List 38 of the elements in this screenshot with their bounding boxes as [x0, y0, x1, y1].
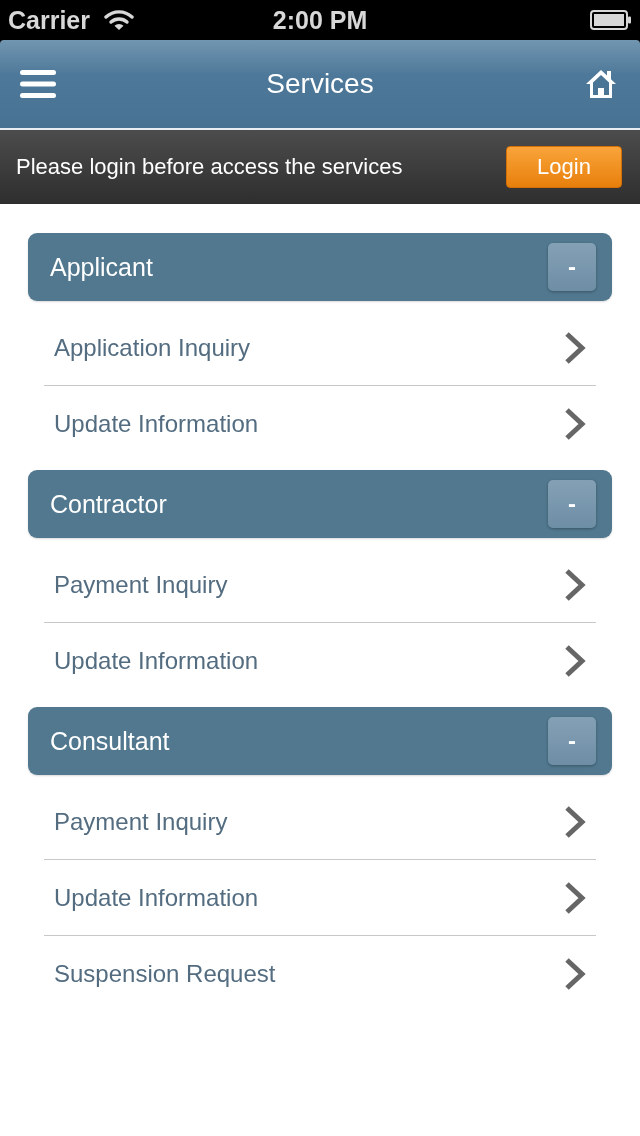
chevron-right-icon [564, 804, 586, 839]
section-header[interactable]: Contractor - [28, 470, 612, 538]
service-item[interactable]: Update Information [44, 860, 596, 936]
section-title: Consultant [50, 726, 170, 756]
chevron-right-icon [564, 644, 586, 678]
screen-title: Services [266, 68, 374, 100]
service-item[interactable]: Update Information [44, 623, 596, 699]
collapse-button[interactable]: - [548, 480, 596, 528]
section-header[interactable]: Consultant - [28, 707, 612, 775]
section-title: Contractor [50, 489, 167, 519]
item-label: Suspension Request [54, 960, 276, 988]
status-time: 2:00 PM [272, 5, 368, 35]
collapse-button[interactable]: - [548, 243, 596, 291]
chevron-right-icon [564, 880, 586, 915]
service-item[interactable]: Update Information [44, 386, 596, 462]
battery-icon [590, 10, 632, 30]
login-message: Please login before access the services [16, 154, 403, 180]
item-label: Payment Inquiry [54, 807, 228, 836]
section-header[interactable]: Applicant - [28, 233, 612, 301]
item-label: Update Information [54, 410, 259, 438]
carrier-name: Carrier [8, 5, 90, 35]
wifi-icon [104, 9, 134, 31]
item-label: Update Information [54, 883, 259, 912]
collapse-button[interactable]: - [548, 717, 596, 765]
item-label: Application Inquiry [54, 333, 251, 362]
chevron-right-icon [564, 407, 586, 441]
service-item[interactable]: Payment Inquiry [44, 784, 596, 860]
item-label: Update Information [54, 647, 259, 675]
chevron-right-icon [564, 957, 586, 991]
chevron-right-icon [564, 330, 586, 365]
service-item[interactable]: Payment Inquiry [44, 547, 596, 623]
menu-icon[interactable] [20, 70, 56, 98]
home-icon[interactable] [584, 68, 618, 100]
item-label: Payment Inquiry [54, 570, 228, 599]
service-item[interactable]: Suspension Request [44, 936, 596, 1012]
chevron-right-icon [564, 567, 586, 602]
section-title: Applicant [50, 252, 153, 282]
service-item[interactable]: Application Inquiry [44, 310, 596, 386]
